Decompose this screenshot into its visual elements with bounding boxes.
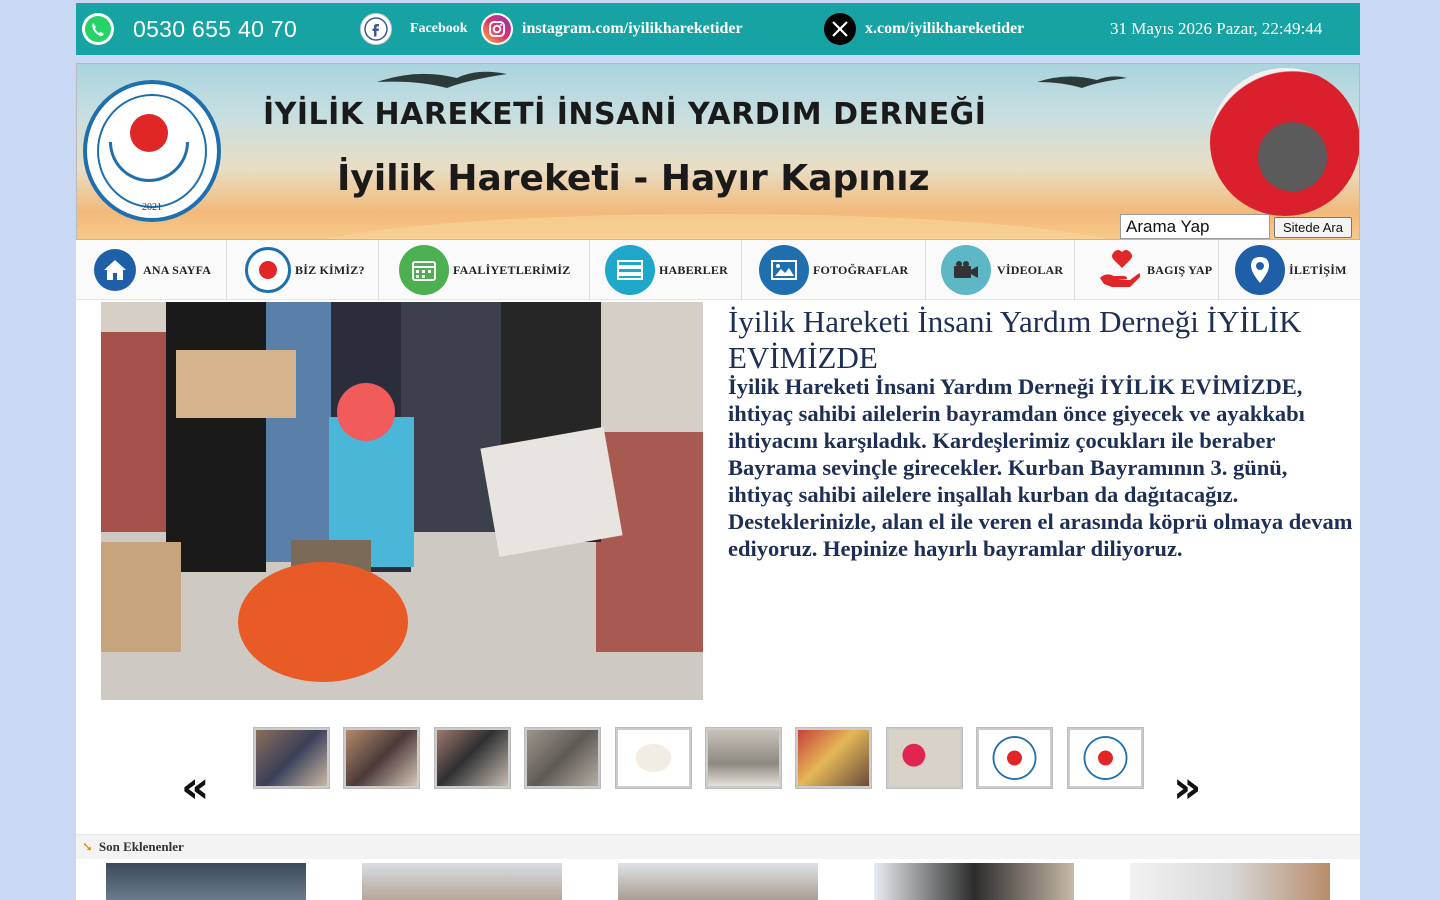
home-icon (94, 249, 136, 291)
video-icon (941, 245, 991, 295)
calendar-icon (399, 245, 449, 295)
featured-photo[interactable] (101, 302, 703, 700)
recent-section-header: ➘ Son Eklenenler (76, 834, 1360, 859)
facebook-link[interactable]: Facebook (360, 3, 468, 55)
whatsapp-icon (82, 13, 114, 45)
facebook-icon (360, 13, 392, 45)
article-body: İyilik Hareketi İnsani Yardım Derneği İY… (728, 374, 1353, 561)
slider-thumb[interactable] (705, 727, 782, 789)
slider-thumb[interactable] (253, 727, 330, 789)
slider-thumb[interactable] (434, 727, 511, 789)
header-banner: 2021 İYİLİK HAREKETİ İNSANİ YARDIM DERNE… (76, 63, 1360, 240)
datetime-text: 31 Mayıs 2026 Pazar, 22:49:44 (1110, 19, 1323, 38)
slider-thumb[interactable] (343, 727, 420, 789)
nav-item-home[interactable]: ANA SAYFA (76, 240, 227, 300)
nav-item-about[interactable]: BİZ KİMİZ? (227, 240, 379, 300)
nav-label-activities: FAALİYETLERİMİZ (453, 262, 571, 277)
recent-item[interactable] (874, 863, 1074, 900)
instagram-label[interactable]: instagram.com/iyilikhareketider (522, 20, 743, 38)
instagram-link[interactable]: instagram.com/iyilikhareketider (481, 3, 743, 55)
ataturk-portrait (1210, 68, 1359, 216)
nav-item-photos[interactable]: FOTOĞRAFLAR (742, 240, 926, 300)
slider-thumb[interactable] (886, 727, 963, 789)
recent-item[interactable] (362, 863, 562, 900)
search-input[interactable] (1120, 214, 1270, 239)
top-bar: 0530 655 40 70 Facebook instagram.com/iy… (76, 3, 1360, 55)
nav-label-contact: İLETİŞİM (1289, 262, 1347, 277)
slider-thumb-logo[interactable] (976, 727, 1053, 789)
recent-item[interactable] (1130, 863, 1330, 900)
slider-next-button[interactable]: » (1173, 762, 1201, 813)
nav-label-videos: VİDEOLAR (997, 262, 1064, 277)
slider-thumb-logo[interactable] (1067, 727, 1144, 789)
recent-item[interactable] (618, 863, 818, 900)
banner-title: İYİLİK HAREKETİ İNSANİ YARDIM DERNEĞİ (263, 97, 987, 132)
double-chevron-right-icon: » (1173, 762, 1202, 813)
news-icon (605, 245, 655, 295)
recent-section-title: Son Eklenenler (98, 839, 184, 854)
association-logo[interactable]: 2021 (83, 80, 221, 222)
location-icon (1235, 245, 1285, 295)
main-content: İyilik Hareketi İnsani Yardım Derneği İY… (76, 300, 1360, 900)
slider-thumb[interactable] (795, 727, 872, 789)
nav-item-activities[interactable]: FAALİYETLERİMİZ (379, 240, 590, 300)
x-label[interactable]: x.com/iyilikhareketider (865, 20, 1024, 38)
nav-label-home: ANA SAYFA (143, 262, 212, 277)
slider-thumb[interactable] (524, 727, 601, 789)
nav-label-donate: BAGIŞ YAP (1147, 262, 1213, 277)
nav-item-contact[interactable]: İLETİŞİM (1219, 240, 1360, 300)
nav-label-photos: FOTOĞRAFLAR (813, 262, 909, 277)
whatsapp-link[interactable]: 0530 655 40 70 (82, 3, 297, 55)
featured-photo-illustration (101, 302, 703, 700)
article-title[interactable]: İyilik Hareketi İnsani Yardım Derneği İY… (728, 304, 1348, 376)
facebook-label[interactable]: Facebook (410, 21, 468, 37)
recent-item[interactable] (106, 863, 306, 900)
double-chevron-left-icon: « (181, 762, 210, 813)
x-icon (824, 13, 856, 45)
nav-item-donate[interactable]: BAGIŞ YAP (1075, 240, 1219, 300)
nav-item-videos[interactable]: VİDEOLAR (926, 240, 1075, 300)
photo-icon (759, 245, 809, 295)
phone-number[interactable]: 0530 655 40 70 (133, 16, 297, 43)
arrow-down-right-icon: ➘ (82, 839, 93, 855)
instagram-icon (481, 13, 513, 45)
nav-item-news[interactable]: HABERLER (590, 240, 742, 300)
datetime: 31 Mayıs 2026 Pazar, 22:49:44 (1110, 3, 1322, 55)
slider-thumb[interactable] (615, 727, 692, 789)
donate-icon (1093, 245, 1143, 295)
main-nav: ANA SAYFA BİZ KİMİZ? FAALİYETLERİMİZ HAB… (76, 240, 1360, 300)
slider-prev-button[interactable]: « (181, 762, 209, 813)
x-link[interactable]: x.com/iyilikhareketider (824, 3, 1024, 55)
logo-year: 2021 (142, 202, 162, 213)
nav-label-about: BİZ KİMİZ? (295, 262, 365, 277)
banner-subtitle: İyilik Hareketi - Hayır Kapınız (337, 158, 930, 199)
search-button[interactable]: Sitede Ara (1274, 217, 1352, 238)
logo-icon (245, 247, 291, 293)
nav-label-news: HABERLER (659, 262, 728, 277)
